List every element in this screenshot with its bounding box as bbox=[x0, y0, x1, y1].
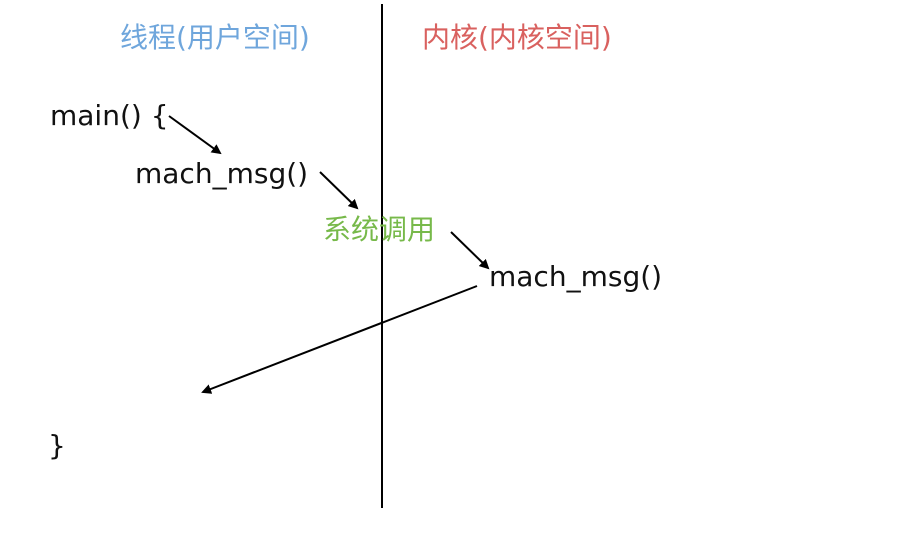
syscall-label: 系统调用 bbox=[323, 213, 436, 246]
main-function-open: main() { bbox=[50, 99, 169, 132]
kernel-mach-msg-call: mach_msg() bbox=[489, 260, 663, 293]
arrow-kernel-return bbox=[201, 285, 478, 394]
kernel-space-header: 内核(内核空间) bbox=[422, 21, 612, 54]
main-function-close: } bbox=[48, 429, 66, 462]
arrow-syscall-to-kernel-mach-msg bbox=[450, 231, 490, 270]
arrow-mach-msg-to-syscall bbox=[319, 171, 359, 210]
user-mach-msg-call: mach_msg() bbox=[135, 157, 309, 190]
diagram-canvas: 线程(用户空间) 内核(内核空间) main() { mach_msg() 系统… bbox=[0, 0, 908, 552]
arrow-main-to-mach-msg bbox=[168, 115, 222, 155]
diagram-lines bbox=[168, 4, 490, 508]
user-space-header: 线程(用户空间) bbox=[120, 21, 310, 54]
